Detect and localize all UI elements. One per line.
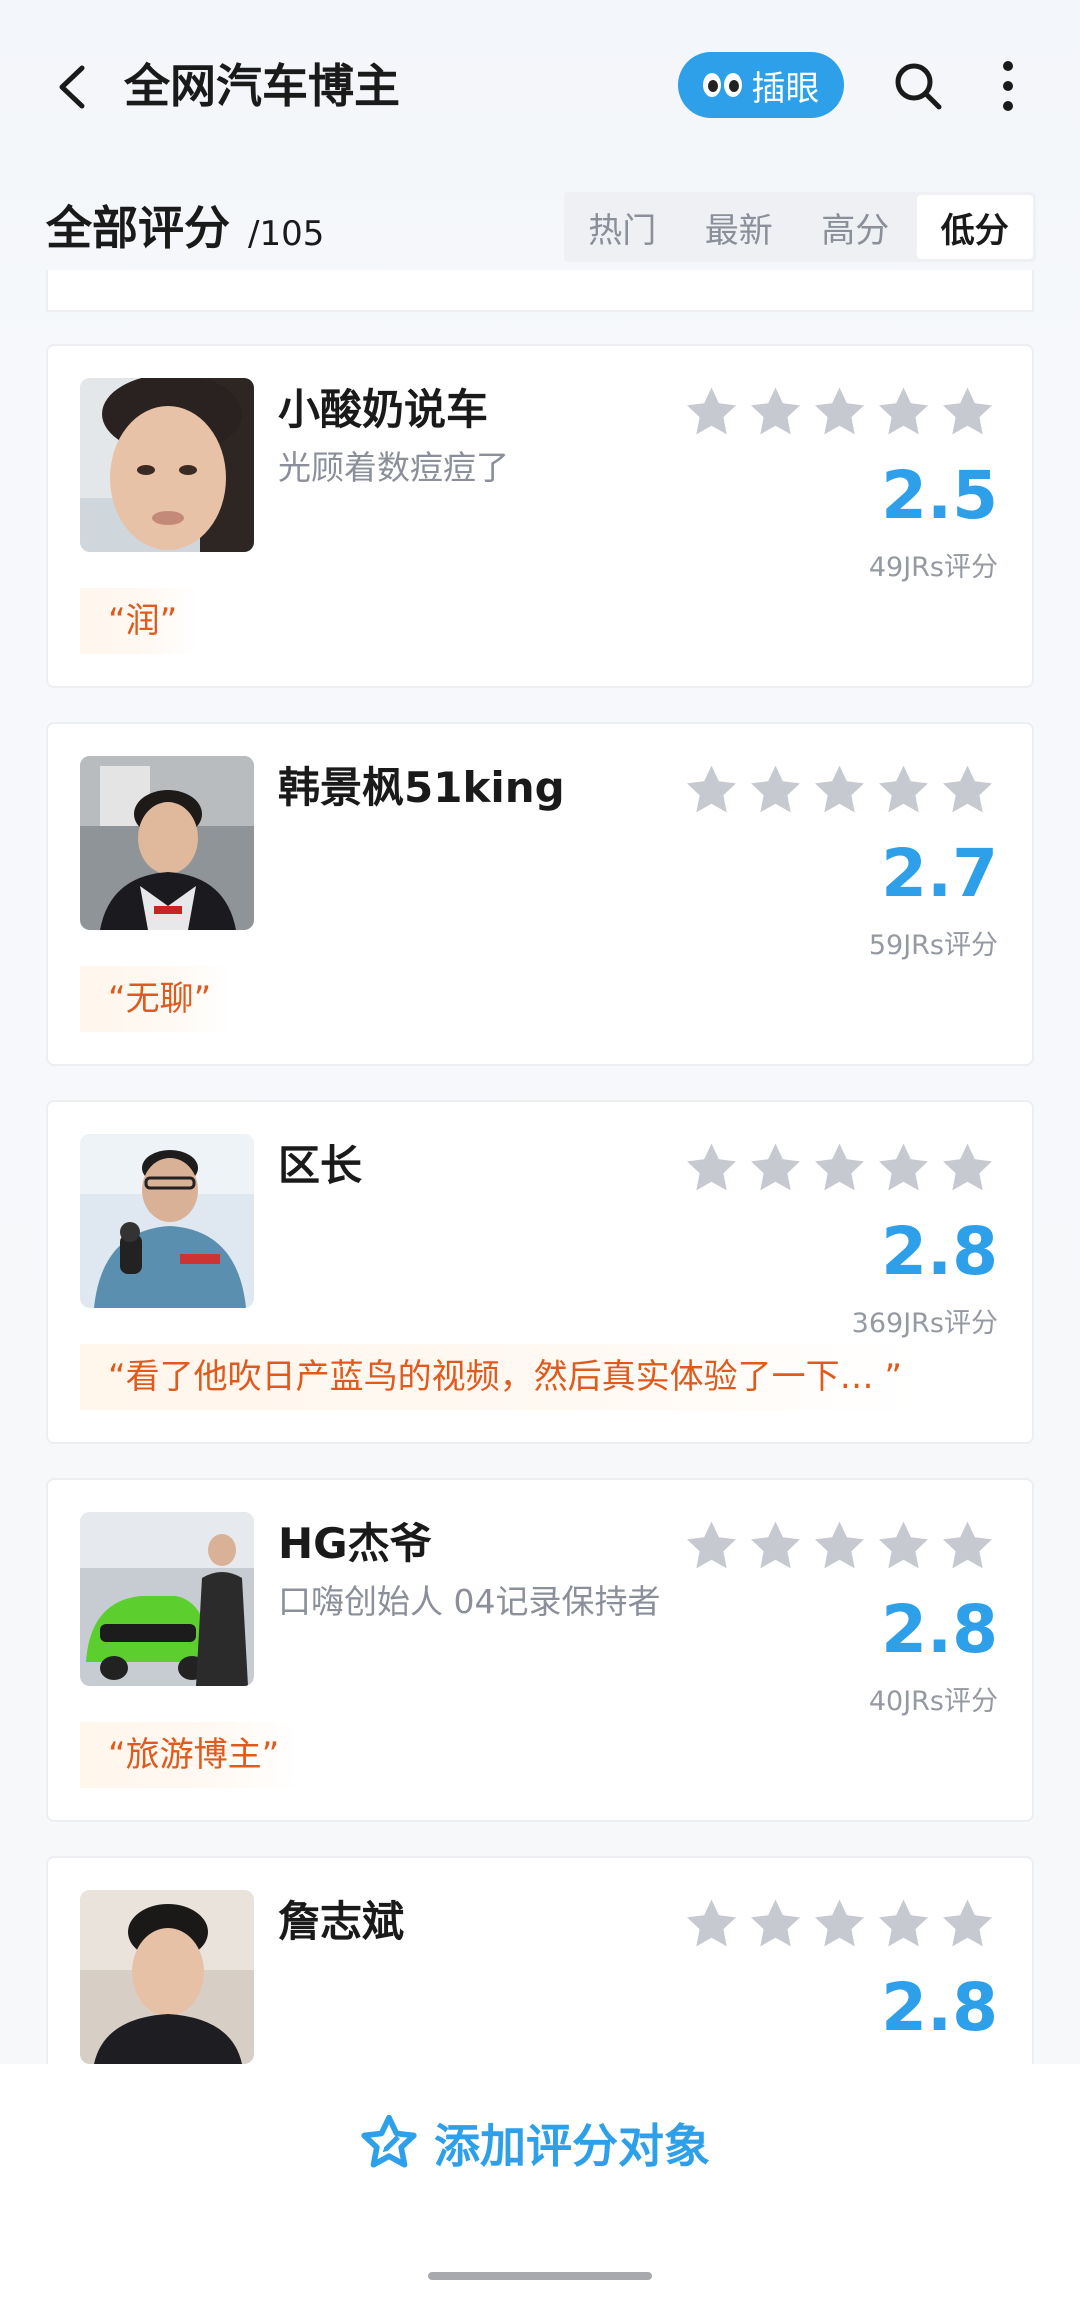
top-comment: “无聊”: [80, 966, 232, 1032]
star-icon: [943, 1521, 992, 1569]
star-icon: [943, 1899, 992, 1947]
score-value: 2.7: [881, 835, 998, 912]
score-value: 2.8: [881, 1969, 998, 2046]
top-comment: “旅游博主”: [80, 1722, 300, 1788]
star-icon: [751, 387, 800, 435]
star-icon: [943, 387, 992, 435]
star-rating: [683, 762, 996, 819]
star-icon: [879, 1521, 928, 1569]
star-icon: [815, 1521, 864, 1569]
add-rating-target-label: 添加评分对象: [434, 2119, 710, 2173]
rating-count: /105: [248, 214, 325, 254]
blogger-name: HG杰爷: [278, 1519, 432, 1568]
blogger-name: 韩景枫51king: [278, 763, 565, 812]
star-rating: [683, 1140, 996, 1197]
star-icon: [815, 1143, 864, 1191]
tab-latest[interactable]: 最新: [681, 192, 798, 262]
star-icon: [751, 1521, 800, 1569]
star-icon: [751, 765, 800, 813]
back-icon[interactable]: [50, 62, 100, 112]
more-options-icon[interactable]: [990, 58, 1026, 114]
top-comment: “润”: [80, 588, 198, 654]
sort-tabs: 热门 最新 高分 低分: [564, 192, 1036, 262]
star-rating: [683, 1896, 996, 1953]
search-icon[interactable]: [892, 60, 944, 112]
star-icon: [879, 387, 928, 435]
star-edit-icon: [361, 2114, 417, 2168]
star-icon: [751, 1143, 800, 1191]
blogger-description: 光顾着数痘痘了: [278, 448, 509, 487]
avatar: [80, 756, 254, 930]
blogger-card[interactable]: 区长 2.8 369JRs评分 “看了他吹日产蓝鸟的视频，然后真实体验了一下… …: [46, 1100, 1034, 1444]
peek-button-label: 插眼: [751, 68, 820, 109]
star-icon: [687, 1521, 736, 1569]
star-icon: [815, 387, 864, 435]
star-icon: [687, 387, 736, 435]
bottom-action-bar: 添加评分对象: [0, 2064, 1080, 2308]
star-icon: [879, 1899, 928, 1947]
page-title: 全网汽车博主: [124, 59, 400, 113]
star-icon: [943, 765, 992, 813]
star-icon: [815, 1899, 864, 1947]
vote-count: 40JRs评分: [868, 1686, 998, 1717]
blogger-card[interactable]: HG杰爷 口嗨创始人 04记录保持者 2.8 40JRs评分 “旅游博主”: [46, 1478, 1034, 1822]
star-rating: [683, 1518, 996, 1575]
blogger-card[interactable]: 小酸奶说车 光顾着数痘痘了 2.5 49JRs评分 “润”: [46, 344, 1034, 688]
top-nav-bar: 全网汽车博主 插眼: [0, 0, 1080, 170]
blogger-name: 詹志斌: [278, 1897, 405, 1946]
star-icon: [815, 765, 864, 813]
vote-count: 369JRs评分: [851, 1308, 998, 1339]
avatar: [80, 1512, 254, 1686]
blogger-name: 区长: [278, 1141, 363, 1190]
tab-hot[interactable]: 热门: [564, 192, 681, 262]
home-indicator[interactable]: [428, 2272, 652, 2280]
section-title: 全部评分: [46, 201, 230, 255]
peek-button[interactable]: 插眼: [678, 52, 844, 118]
blogger-description: 口嗨创始人 04记录保持者: [278, 1582, 661, 1621]
top-comment: “看了他吹日产蓝鸟的视频，然后真实体验了一下… ”: [80, 1344, 923, 1410]
star-icon: [879, 765, 928, 813]
avatar: [80, 1890, 254, 2064]
avatar: [80, 1134, 254, 1308]
star-icon: [687, 765, 736, 813]
tab-high-score[interactable]: 高分: [797, 192, 914, 262]
add-rating-target-button[interactable]: 添加评分对象: [358, 2108, 710, 2178]
star-rating: [683, 384, 996, 441]
previous-card-edge: [46, 270, 1034, 312]
star-icon: [751, 1899, 800, 1947]
star-icon: [879, 1143, 928, 1191]
tab-low-score[interactable]: 低分: [916, 195, 1033, 259]
avatar: [80, 378, 254, 552]
vote-count: 59JRs评分: [868, 930, 998, 961]
blogger-card[interactable]: 韩景枫51king 2.7 59JRs评分 “无聊”: [46, 722, 1034, 1066]
star-icon: [687, 1899, 736, 1947]
star-icon: [687, 1143, 736, 1191]
blogger-name: 小酸奶说车: [278, 385, 489, 434]
score-value: 2.5: [881, 457, 998, 534]
vote-count: 49JRs评分: [868, 552, 998, 583]
star-icon: [943, 1143, 992, 1191]
eyes-icon: [702, 73, 742, 97]
score-value: 2.8: [881, 1591, 998, 1668]
score-value: 2.8: [881, 1213, 998, 1290]
